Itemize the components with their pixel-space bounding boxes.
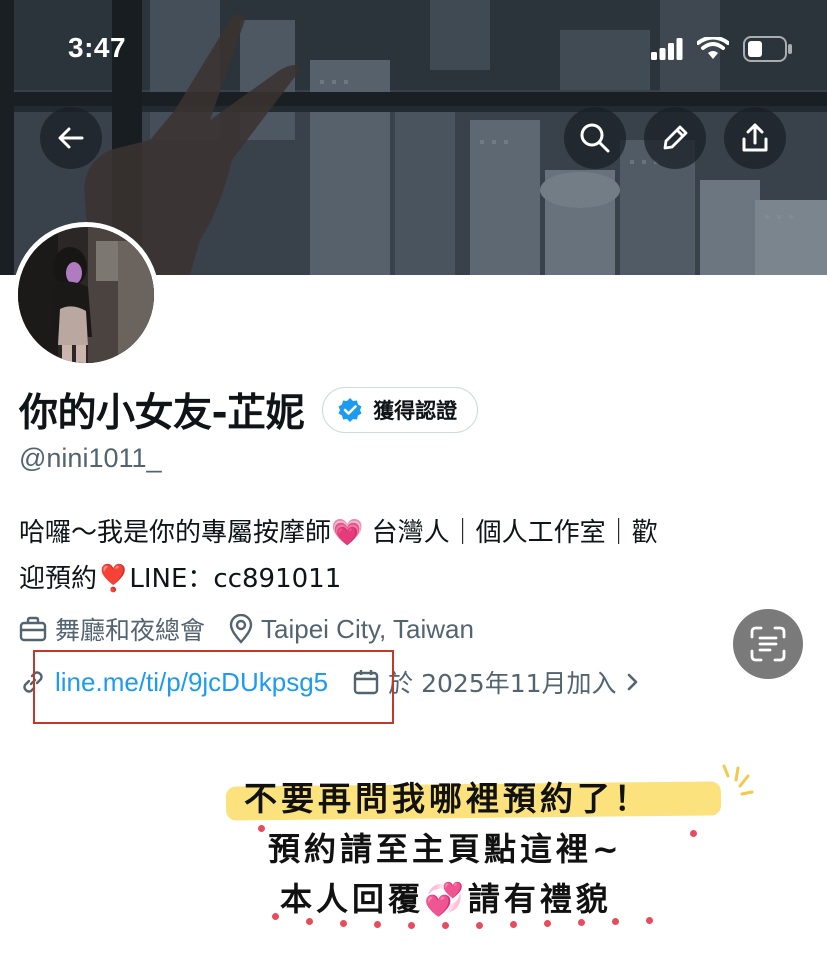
- status-icons: [651, 36, 793, 62]
- avatar[interactable]: [13, 222, 159, 368]
- search-button[interactable]: [564, 107, 626, 169]
- bio: 哈囉～我是你的專屬按摩師💗 台灣人｜個人工作室｜歡 迎預約❣️LINE：cc89…: [19, 510, 819, 602]
- verified-label: 獲得認證: [373, 399, 458, 423]
- pencil-icon: [663, 125, 688, 150]
- decor-dot: [442, 922, 449, 929]
- annotation-line-3: 本人回覆💞請有禮貌: [280, 874, 612, 920]
- arrow-left-icon: [58, 127, 84, 149]
- bio-line-1: 哈囉～我是你的專屬按摩師💗 台灣人｜個人工作室｜歡: [19, 518, 658, 548]
- handle: @nini1011_: [19, 443, 162, 473]
- annotation-overlay: 不要再問我哪裡預約了！ 預約請至主頁點這裡~ 本人回覆💞請有禮貌: [0, 750, 827, 962]
- edit-button[interactable]: [644, 107, 706, 169]
- decor-dot: [690, 830, 697, 837]
- joined-item[interactable]: 於 2025年11月加入: [352, 664, 640, 700]
- annotation-line-1: 不要再問我哪裡預約了！: [244, 779, 651, 818]
- annotation-line-3-part-2: 請有禮貌: [467, 880, 612, 918]
- verified-badge[interactable]: 獲得認證: [322, 387, 479, 433]
- annotation-line-3-part-1: 本人回覆: [280, 880, 425, 918]
- joined-label: 於 2025年11月加入: [388, 669, 617, 698]
- search-icon: [580, 123, 610, 153]
- share-button[interactable]: [724, 107, 786, 169]
- chevron-right-icon: [627, 673, 637, 691]
- briefcase-icon: [19, 616, 47, 642]
- decor-dot: [306, 918, 313, 925]
- decor-dot: [374, 921, 381, 928]
- location-label: Taipei City, Taiwan: [261, 613, 474, 644]
- decor-dot: [510, 921, 517, 928]
- category-label: 舞廳和夜總會: [55, 616, 206, 645]
- display-name: 你的小女友-芷妮: [19, 391, 305, 436]
- verified-check-icon: [338, 398, 362, 422]
- back-button[interactable]: [40, 107, 102, 169]
- share-upload-icon: [742, 123, 768, 152]
- decor-dot: [476, 922, 483, 929]
- decor-dot: [578, 919, 585, 926]
- status-time: 3:47: [68, 32, 127, 63]
- link-highlight-box: [33, 650, 394, 724]
- decor-dot: [544, 920, 551, 927]
- battery-icon: [743, 36, 792, 62]
- decor-dot: [258, 825, 265, 832]
- category-item: 舞廳和夜總會: [19, 611, 205, 647]
- heart-emoji: 💞: [424, 880, 468, 918]
- annotation-line-2: 預約請至主頁點這裡~: [268, 830, 623, 868]
- decor-dot: [612, 918, 619, 925]
- name-row: 你的小女友-芷妮 獲得認證: [19, 382, 479, 438]
- decor-dot: [340, 920, 347, 927]
- location-item: Taipei City, Taiwan: [229, 614, 474, 645]
- live-text-scan-icon: [750, 626, 786, 662]
- wifi-icon: [697, 37, 729, 59]
- decor-dot: [646, 917, 653, 924]
- cellular-signal-icon: [651, 38, 683, 60]
- text-scan-button[interactable]: [733, 609, 803, 679]
- decor-dot: [408, 922, 415, 929]
- decor-dot: [272, 913, 279, 920]
- meta-row-1: 舞廳和夜總會 Taipei City, Taiwan: [19, 611, 498, 647]
- sparkle-lines-icon: [722, 764, 754, 796]
- bio-line-2: 迎預約❣️LINE：cc891011: [19, 564, 342, 594]
- avatar-image: [18, 227, 154, 363]
- location-pin-icon: [229, 614, 253, 644]
